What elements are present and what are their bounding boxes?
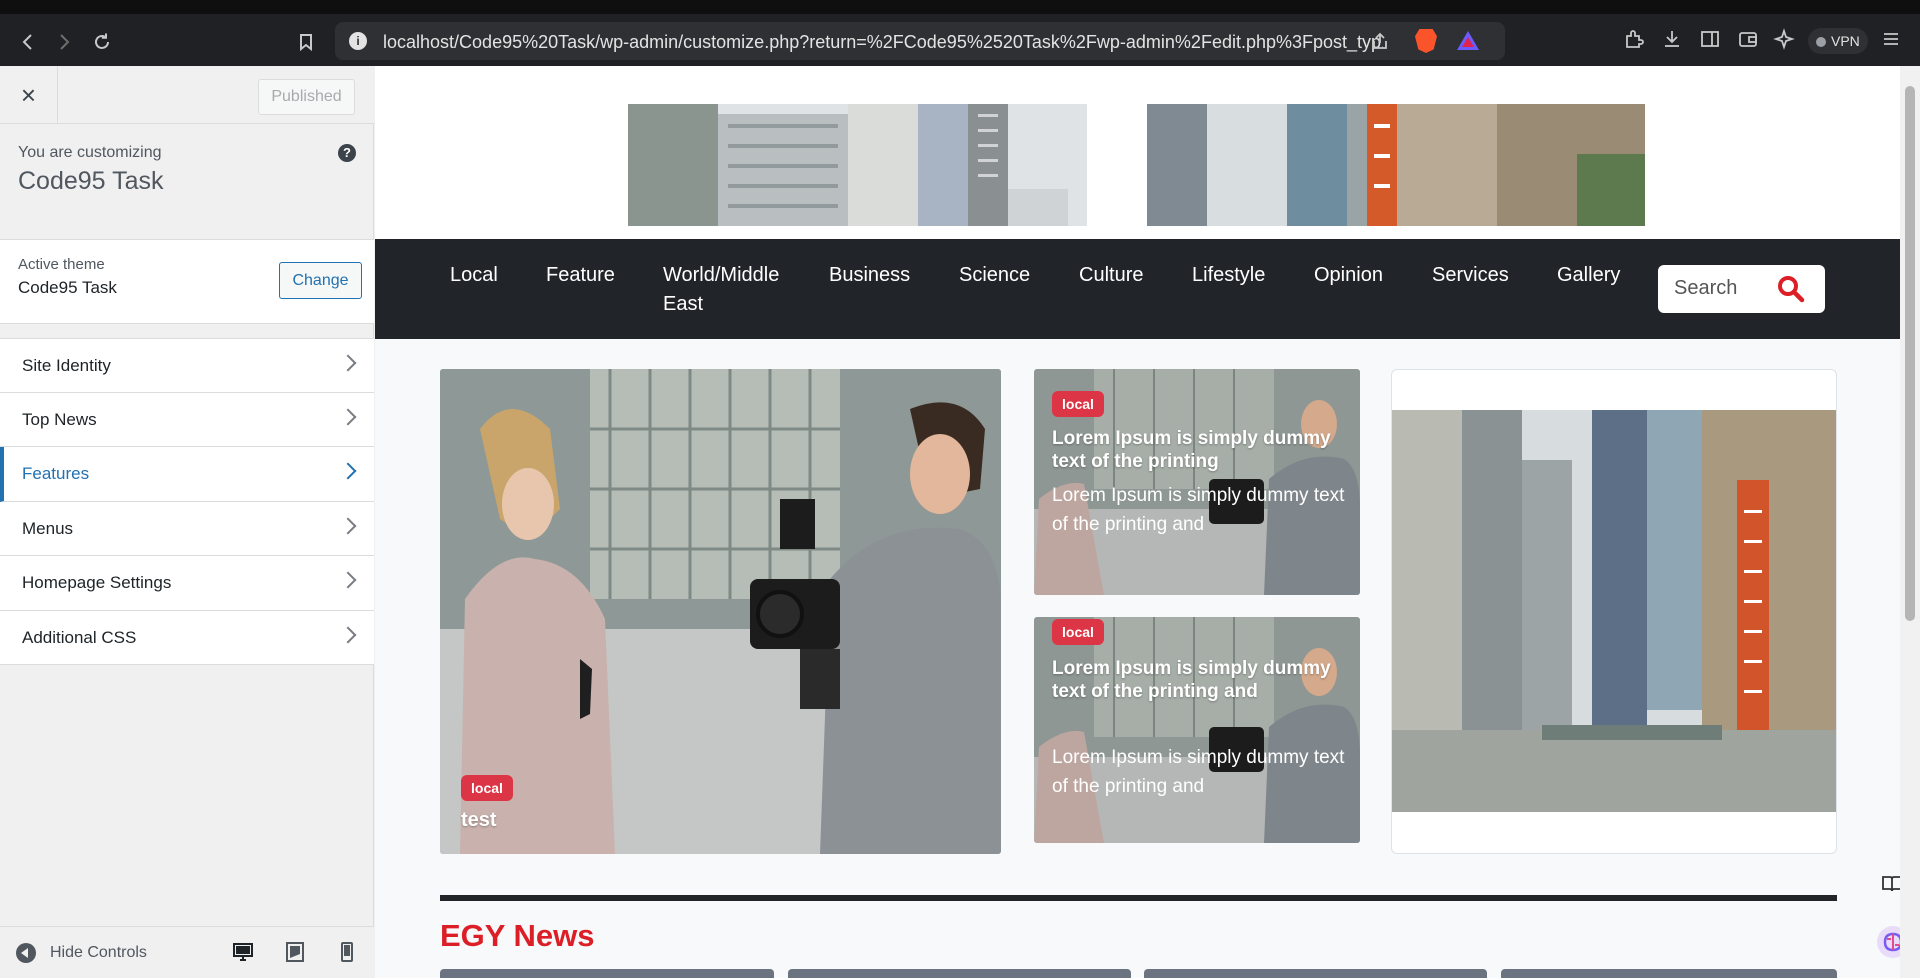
nav-item-opinion[interactable]: Opinion [1314, 261, 1383, 290]
info-icon[interactable]: i [349, 32, 367, 50]
url-text[interactable]: localhost/Code95%20Task/wp-admin/customi… [383, 32, 1383, 53]
chicago-theatre-image [1392, 410, 1836, 812]
section-label: Additional CSS [22, 627, 137, 647]
nav-item-gallery[interactable]: Gallery [1557, 261, 1620, 290]
section-title: EGY News [440, 918, 595, 953]
hero-title[interactable]: test [461, 809, 497, 832]
customizer-sidebar: × Published You are customizing Code95 T… [0, 66, 374, 978]
scroll-thumb[interactable] [1905, 86, 1915, 621]
hide-controls-button[interactable]: Hide Controls [50, 944, 147, 962]
section-divider [440, 895, 1837, 901]
section-label: Homepage Settings [22, 573, 172, 592]
reload-icon[interactable] [88, 28, 116, 56]
close-icon[interactable]: × [0, 66, 58, 124]
bookmark-icon[interactable] [292, 28, 320, 56]
news-thumbnail[interactable] [788, 969, 1131, 978]
search-input[interactable]: Search [1658, 265, 1825, 313]
reader-mode-icon[interactable] [1880, 872, 1900, 901]
vpn-status-icon [1816, 37, 1826, 47]
category-badge[interactable]: local [1052, 619, 1104, 645]
section-features[interactable]: Features [0, 447, 374, 502]
active-theme-name: Code95 Task [18, 278, 117, 297]
nav-item-services[interactable]: Services [1432, 261, 1509, 290]
vpn-button[interactable]: VPN [1808, 28, 1868, 54]
menu-icon[interactable] [1880, 28, 1906, 54]
site-preview: Local Feature World/Middle East Business… [375, 66, 1900, 978]
vpn-label: VPN [1831, 33, 1860, 49]
desktop-icon[interactable] [232, 941, 254, 963]
news-thumbnail[interactable] [440, 969, 774, 978]
banner-image-right [1147, 104, 1645, 226]
chevron-right-icon [339, 354, 357, 372]
browser-toolbar: i localhost/Code95%20Task/wp-admin/custo… [0, 0, 1920, 66]
category-badge[interactable]: local [1052, 391, 1104, 417]
section-label: Menus [22, 518, 74, 538]
section-label: Site Identity [22, 356, 111, 375]
hero-image [440, 369, 1001, 854]
search-icon[interactable] [1776, 274, 1806, 304]
leo-ai-icon[interactable] [1773, 28, 1799, 54]
active-theme-label: Active theme [18, 256, 105, 273]
news-card-excerpt: Lorem Ipsum is simply dummy text of the … [1052, 485, 1345, 535]
nav-item-culture[interactable]: Culture [1079, 261, 1143, 290]
customizer-footer: Hide Controls [0, 926, 374, 978]
nav-item-science[interactable]: Science [959, 261, 1030, 290]
brain-extension-icon[interactable] [1875, 924, 1900, 965]
nav-item-feature[interactable]: Feature [546, 261, 615, 290]
hero-card[interactable]: local test [440, 369, 1001, 854]
news-card-image [1034, 617, 1360, 843]
chevron-right-icon [339, 571, 357, 589]
news-card[interactable]: local Lorem Ipsum is simply dummy text o… [1034, 617, 1360, 843]
brave-icon[interactable] [1415, 29, 1437, 53]
rewards-icon[interactable] [1457, 31, 1479, 50]
hide-controls-icon[interactable] [16, 943, 36, 963]
site-title: Code95 Task [18, 167, 164, 195]
news-card-excerpt: Lorem Ipsum is simply dummy text of the … [1052, 747, 1345, 797]
section-label: Features [22, 464, 90, 483]
nav-item-lifestyle[interactable]: Lifestyle [1192, 261, 1265, 290]
side-image-card[interactable] [1391, 369, 1837, 854]
active-theme-panel: Active theme Code95 Task Change [0, 239, 374, 324]
chevron-right-icon [339, 626, 357, 643]
news-card[interactable]: local Lorem Ipsum is simply dummy text o… [1034, 369, 1360, 595]
news-thumbnail[interactable] [1501, 969, 1837, 978]
chevron-right-icon [339, 408, 357, 425]
published-button[interactable]: Published [258, 79, 355, 115]
banner-image-left [628, 104, 1087, 226]
section-additional-css[interactable]: Additional CSS [0, 610, 374, 665]
customizer-header: × Published [0, 66, 374, 124]
help-icon[interactable]: ? [338, 144, 356, 162]
wallet-icon[interactable] [1737, 28, 1763, 54]
news-card-title[interactable]: Lorem Ipsum is simply dummy text of the … [1052, 657, 1342, 703]
section-list: Site Identity Top News Features Menus Ho… [0, 338, 374, 665]
forward-icon[interactable] [50, 28, 78, 56]
section-homepage-settings[interactable]: Homepage Settings [0, 556, 374, 611]
preview-scrollbar[interactable] [1900, 66, 1920, 978]
nav-item-world-middle-east[interactable]: World/Middle East [663, 261, 793, 319]
news-card-title[interactable]: Lorem Ipsum is simply dummy text of the … [1052, 427, 1342, 473]
chevron-right-icon [339, 462, 357, 480]
sidebar-icon[interactable] [1699, 28, 1725, 54]
section-top-news[interactable]: Top News [0, 392, 374, 447]
site-header [375, 66, 1900, 239]
section-menus[interactable]: Menus [0, 501, 374, 556]
customizing-label: You are customizing [18, 144, 162, 161]
section-label: Top News [22, 409, 97, 429]
download-icon[interactable] [1661, 28, 1687, 54]
change-theme-button[interactable]: Change [279, 262, 362, 299]
nav-item-business[interactable]: Business [829, 261, 910, 290]
section-site-identity[interactable]: Site Identity [0, 338, 374, 393]
address-bar[interactable]: i localhost/Code95%20Task/wp-admin/custo… [335, 22, 1505, 60]
main-navigation: Local Feature World/Middle East Business… [375, 239, 1900, 339]
extensions-icon[interactable] [1623, 28, 1649, 54]
tablet-icon[interactable] [284, 941, 306, 963]
category-badge[interactable]: local [461, 775, 513, 801]
mobile-icon[interactable] [336, 941, 358, 963]
nav-item-local[interactable]: Local [450, 261, 498, 290]
news-thumbnail[interactable] [1144, 969, 1487, 978]
back-icon[interactable] [14, 28, 42, 56]
search-placeholder: Search [1674, 277, 1738, 299]
chevron-right-icon [339, 517, 357, 534]
share-icon[interactable] [1370, 31, 1390, 56]
